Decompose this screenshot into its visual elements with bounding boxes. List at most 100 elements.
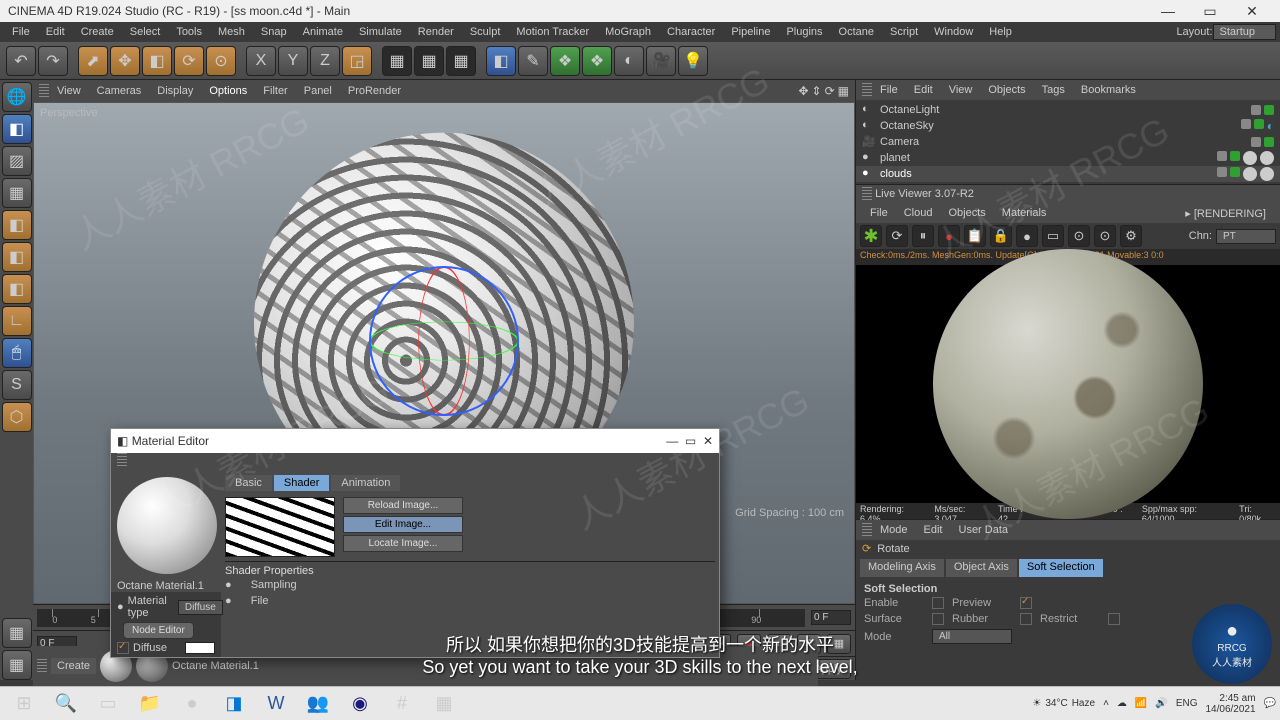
palette-extra-2[interactable]: ▦ [2, 650, 32, 680]
me-minimize-button[interactable]: — [666, 434, 678, 448]
vp-menu-panel[interactable]: Panel [296, 83, 340, 99]
edit-image-button[interactable]: Edit Image... [343, 516, 463, 533]
spline-pen-button[interactable]: ✎ [518, 46, 548, 76]
task-view-button[interactable]: ▭ [88, 689, 128, 719]
render-pv-button[interactable]: ▦ [414, 46, 444, 76]
minimize-button[interactable]: — [1148, 0, 1188, 22]
menu-octane[interactable]: Octane [831, 24, 882, 40]
tag-icon[interactable]: ◐ [1267, 119, 1274, 133]
me-tab-basic[interactable]: Basic [225, 475, 272, 491]
lv-menu-cloud[interactable]: Cloud [896, 205, 941, 221]
menu-create[interactable]: Create [73, 24, 122, 40]
menu-mesh[interactable]: Mesh [210, 24, 253, 40]
menu-pipeline[interactable]: Pipeline [723, 24, 778, 40]
menu-window[interactable]: Window [926, 24, 981, 40]
globe-icon[interactable]: 🌐 [2, 82, 32, 112]
panel-grip-icon[interactable] [862, 187, 872, 201]
am-menu-userdata[interactable]: User Data [951, 522, 1017, 538]
node-editor-button[interactable]: Node Editor [123, 622, 194, 639]
diffuse-checkbox[interactable] [117, 642, 129, 654]
material-tag-icon[interactable] [1260, 167, 1274, 181]
system-clock[interactable]: 2:45 am 14/06/2021 [1205, 693, 1255, 715]
object-row-octanesky[interactable]: ◐OctaneSky◐ [856, 118, 1280, 134]
explorer-icon[interactable]: 📁 [130, 689, 170, 719]
render-view-button[interactable]: ▦ [382, 46, 412, 76]
lv-region-button[interactable]: ▭ [1042, 225, 1064, 247]
vp-menu-view[interactable]: View [49, 83, 89, 99]
attr-tab-object-axis[interactable]: Object Axis [946, 559, 1017, 577]
rotation-gizmo[interactable] [369, 266, 519, 416]
slack-icon[interactable]: # [382, 689, 422, 719]
menu-mograph[interactable]: MoGraph [597, 24, 659, 40]
panel-grip-icon[interactable] [117, 453, 127, 467]
surface-checkbox[interactable] [932, 613, 944, 625]
panel-grip-icon[interactable] [37, 659, 47, 673]
coord-system-button[interactable]: ◲ [342, 46, 372, 76]
vp-navigate-icon[interactable]: ✥ [798, 84, 808, 98]
lv-pause-button[interactable]: ⏸ [912, 225, 934, 247]
object-row-clouds[interactable]: ●clouds [856, 166, 1280, 182]
lv-focus-button[interactable]: ⊙ [1094, 225, 1116, 247]
texture-mode-button[interactable]: ▨ [2, 146, 32, 176]
attr-tab-soft-selection[interactable]: Soft Selection [1019, 559, 1103, 577]
me-tab-shader[interactable]: Shader [274, 475, 329, 491]
environment-button[interactable]: ◐ [614, 46, 644, 76]
menu-motiontracker[interactable]: Motion Tracker [508, 24, 597, 40]
material-tag-icon[interactable] [1243, 167, 1257, 181]
material-editor-window[interactable]: ◧ Material Editor — ▭ ✕ Octane Material.… [110, 428, 720, 658]
weather-widget[interactable]: ☀ 34°C Haze [1032, 698, 1095, 709]
locate-image-button[interactable]: Locate Image... [343, 535, 463, 552]
lasttool-button[interactable]: ⊙ [206, 46, 236, 76]
rotate-tool[interactable]: ⟳ [174, 46, 204, 76]
menu-tools[interactable]: Tools [168, 24, 210, 40]
deformer-button[interactable]: ❖ [582, 46, 612, 76]
point-mode-button[interactable]: ◧ [2, 210, 32, 240]
reload-image-button[interactable]: Reload Image... [343, 497, 463, 514]
move-tool[interactable]: ✥ [110, 46, 140, 76]
model-mode-button[interactable]: ◧ [2, 114, 32, 144]
vp-menu-filter[interactable]: Filter [255, 83, 295, 99]
lv-clipboard-button[interactable]: 📋 [964, 225, 986, 247]
light-button[interactable]: 💡 [678, 46, 708, 76]
mode-selector[interactable]: All [932, 629, 1012, 644]
poly-mode-button[interactable]: ◧ [2, 274, 32, 304]
tray-chevron-icon[interactable]: ˄ [1103, 698, 1109, 709]
preview-checkbox[interactable] [1020, 597, 1032, 609]
edge-mode-button[interactable]: ◧ [2, 242, 32, 272]
enable-checkbox[interactable] [932, 597, 944, 609]
menu-render[interactable]: Render [410, 24, 462, 40]
om-menu-file[interactable]: File [872, 82, 906, 98]
word-icon[interactable]: W [256, 689, 296, 719]
palette-extra-1[interactable]: ▦ [2, 618, 32, 648]
diffuse-color-swatch[interactable] [185, 642, 215, 654]
om-menu-objects[interactable]: Objects [980, 82, 1033, 98]
camera-button[interactable]: 🎥 [646, 46, 676, 76]
tray-volume-icon[interactable]: 🔊 [1155, 698, 1167, 709]
vp-zoom-icon[interactable]: ⇕ [812, 84, 822, 98]
object-row-camera[interactable]: 🎥Camera [856, 134, 1280, 150]
vp-menu-prorender[interactable]: ProRender [340, 83, 409, 99]
tray-onedrive-icon[interactable]: ☁ [1117, 698, 1127, 709]
undo-button[interactable]: ↶ [6, 46, 36, 76]
panel-grip-icon[interactable] [39, 84, 49, 98]
panel-grip-icon[interactable] [862, 83, 872, 97]
mat-type-selector[interactable]: Diffuse [178, 600, 223, 615]
vp-menu-options[interactable]: Options [201, 83, 255, 99]
axis-y-button[interactable]: Y [278, 46, 308, 76]
me-mat-name-field[interactable]: Octane Material.1 [111, 580, 221, 592]
scale-tool[interactable]: ◧ [142, 46, 172, 76]
tweak-mode-button[interactable]: 🖱 [2, 338, 32, 368]
magnet-button[interactable]: ⬡ [2, 402, 32, 432]
snap-button[interactable]: S [2, 370, 32, 400]
me-maximize-button[interactable]: ▭ [685, 434, 696, 448]
tray-wifi-icon[interactable]: 📶 [1135, 698, 1147, 709]
tray-language-icon[interactable]: ENG [1176, 698, 1198, 709]
axis-mode-button[interactable]: ∟ [2, 306, 32, 336]
menu-plugins[interactable]: Plugins [778, 24, 830, 40]
restrict-checkbox[interactable] [1108, 613, 1120, 625]
object-row-planet[interactable]: ●planet [856, 150, 1280, 166]
app-icon[interactable]: ▦ [424, 689, 464, 719]
menu-simulate[interactable]: Simulate [351, 24, 410, 40]
am-menu-edit[interactable]: Edit [916, 522, 951, 538]
close-button[interactable]: ✕ [1232, 0, 1272, 22]
